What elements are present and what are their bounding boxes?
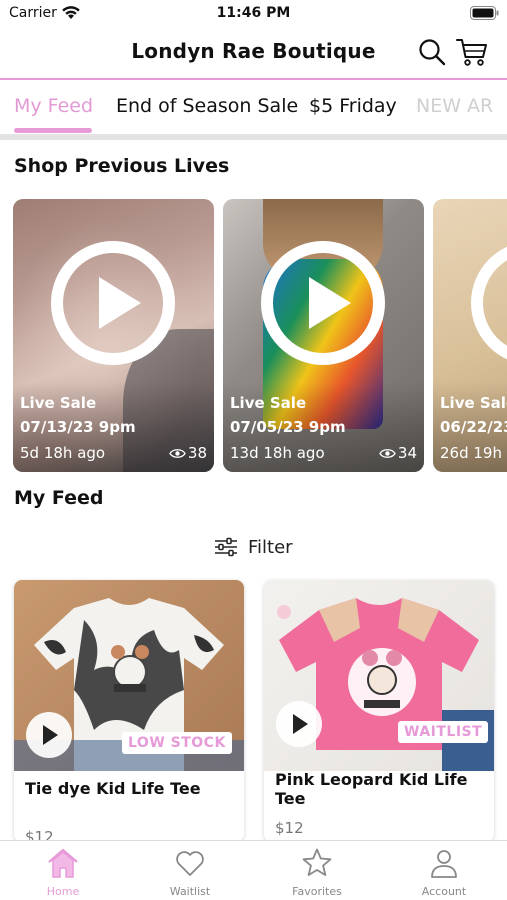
tab-my-feed[interactable]: My Feed xyxy=(14,95,93,117)
tab-5-friday[interactable]: $5 Friday xyxy=(309,95,397,117)
heart-icon xyxy=(176,851,204,876)
bottom-tab-bar: Home Waitlist Favorites Account xyxy=(0,840,507,900)
cart-button[interactable] xyxy=(456,36,488,68)
previous-lives-carousel[interactable]: Live Sale 07/13/23 9pm 5d 18h ago 38 Liv… xyxy=(0,199,507,472)
product-image: WAITLIST xyxy=(264,580,494,771)
filter-label: Filter xyxy=(248,536,293,558)
play-icon[interactable] xyxy=(51,241,175,365)
product-price: $12 xyxy=(275,819,304,837)
eye-icon xyxy=(379,448,396,458)
category-tabs: My Feed End of Season Sale $5 Friday NEW… xyxy=(0,80,507,134)
sliders-icon xyxy=(215,537,237,557)
tab-end-of-season-sale[interactable]: End of Season Sale xyxy=(116,95,298,117)
status-badge: LOW STOCK xyxy=(122,732,232,754)
active-tab-indicator xyxy=(14,128,92,133)
filter-button[interactable]: Filter xyxy=(214,533,293,561)
play-icon[interactable] xyxy=(261,241,385,365)
app-header: Londyn Rae Boutique xyxy=(0,28,507,78)
product-card[interactable]: WAITLIST Pink Leopard Kid Life Tee $12 xyxy=(264,580,494,842)
product-name: Pink Leopard Kid Life Tee xyxy=(275,770,468,808)
live-date: 06/22/23 xyxy=(440,418,507,436)
tab-label: Account xyxy=(421,885,467,898)
search-button[interactable] xyxy=(416,36,448,68)
cart-icon xyxy=(456,39,487,66)
tab-account[interactable]: Account xyxy=(394,847,494,898)
live-views: 38 xyxy=(169,444,207,462)
clock: 11:46 PM xyxy=(216,5,291,21)
status-badge: WAITLIST xyxy=(398,721,489,743)
video-icon[interactable] xyxy=(276,701,322,747)
live-title: Live Sale xyxy=(440,394,507,412)
feed-title: My Feed xyxy=(14,487,104,509)
live-ago: 26d 19h xyxy=(440,444,502,462)
person-icon xyxy=(431,850,457,878)
product-image: LOW STOCK xyxy=(14,580,244,771)
tab-home[interactable]: Home xyxy=(13,847,113,898)
live-title: Live Sale xyxy=(20,394,97,412)
live-date: 07/05/23 9pm xyxy=(230,418,346,436)
star-icon xyxy=(302,848,332,876)
tab-label: Home xyxy=(46,885,80,898)
eye-icon xyxy=(169,448,186,458)
tab-favorites[interactable]: Favorites xyxy=(267,847,367,898)
previous-lives-title: Shop Previous Lives xyxy=(14,155,230,177)
live-views-count: 34 xyxy=(397,444,417,462)
tab-waitlist[interactable]: Waitlist xyxy=(140,847,240,898)
live-views: 34 xyxy=(379,444,417,462)
live-card[interactable]: Live Sale 06/22/23 26d 19h xyxy=(433,199,507,472)
tab-label: Favorites xyxy=(292,885,342,898)
home-icon xyxy=(48,848,78,878)
live-card[interactable]: Live Sale 07/05/23 9pm 13d 18h ago 34 xyxy=(223,199,424,472)
live-title: Live Sale xyxy=(230,394,307,412)
product-name: Tie dye Kid Life Tee xyxy=(25,779,201,798)
tab-new-arrivals[interactable]: NEW AR xyxy=(416,95,493,117)
status-bar: Carrier 11:46 PM xyxy=(0,0,507,28)
live-ago: 13d 18h ago xyxy=(230,444,325,462)
live-ago: 5d 18h ago xyxy=(20,444,106,462)
live-date: 07/13/23 9pm xyxy=(20,418,136,436)
play-icon[interactable] xyxy=(471,241,507,365)
section-divider xyxy=(0,134,507,140)
video-icon[interactable] xyxy=(26,712,72,758)
live-views-count: 38 xyxy=(187,444,207,462)
product-card[interactable]: LOW STOCK Tie dye Kid Life Tee $12 xyxy=(14,580,244,842)
tab-label: Waitlist xyxy=(169,885,211,898)
live-card[interactable]: Live Sale 07/13/23 9pm 5d 18h ago 38 xyxy=(13,199,214,472)
search-icon xyxy=(419,39,446,66)
battery-icon xyxy=(470,6,499,20)
